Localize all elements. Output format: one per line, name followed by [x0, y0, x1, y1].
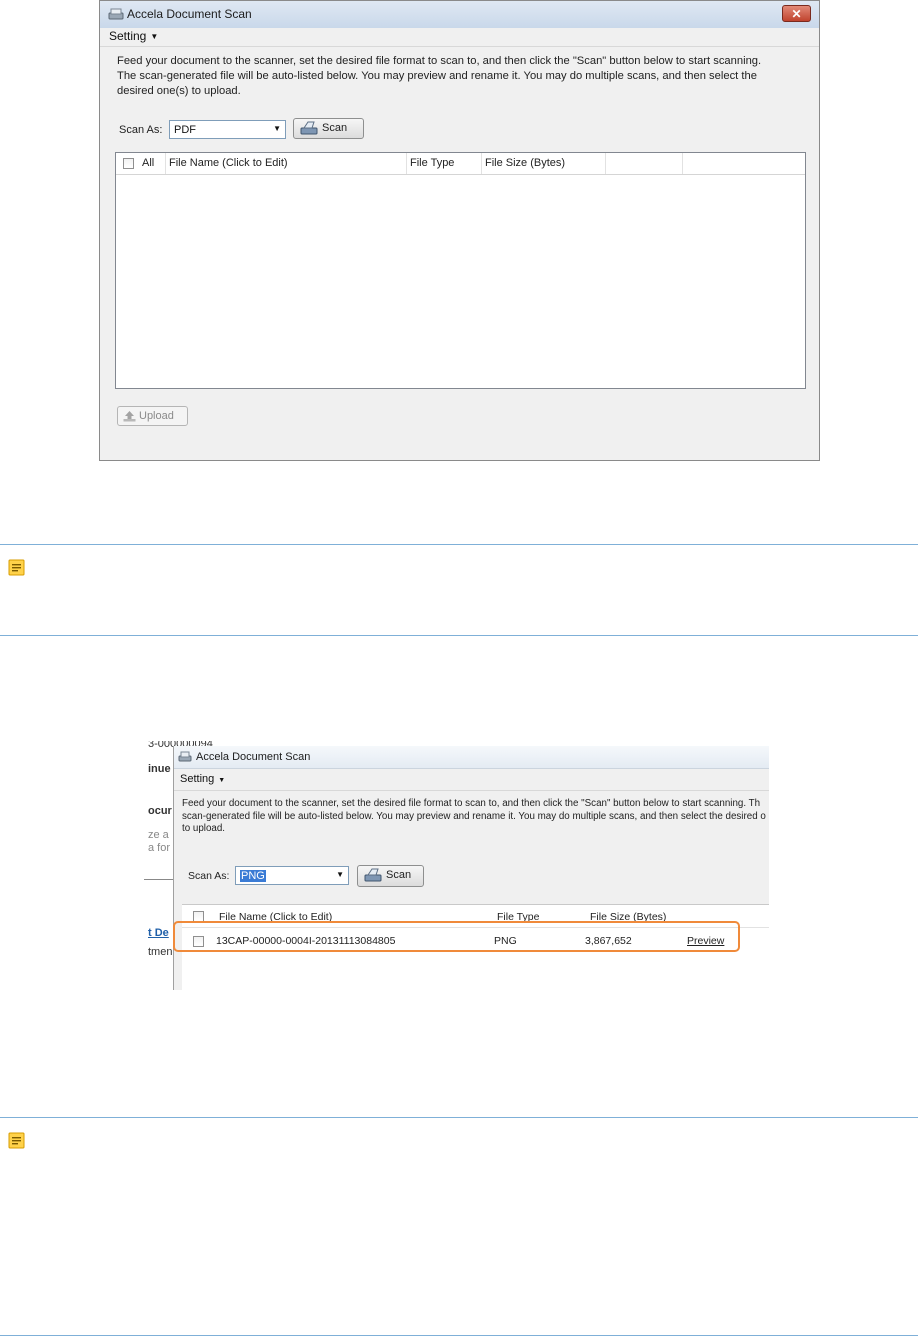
instruction-line: Feed your document to the scanner, set t…: [182, 798, 761, 809]
instructions: Feed your document to the scanner, set t…: [117, 54, 807, 98]
background-text: inue: [148, 763, 171, 775]
window-titlebar: Accela Document Scan ✕: [100, 1, 819, 29]
scan-button[interactable]: Scan: [357, 865, 424, 887]
select-all-checkbox[interactable]: [123, 158, 134, 169]
background-text: tmen: [148, 946, 173, 958]
scanned-files-table: All File Name (Click to Edit) File Type …: [115, 152, 806, 389]
background-text: ze a: [148, 829, 169, 841]
scan-result-screenshot: 3-000000094 inue ocur ze a a for t De tm…: [144, 741, 769, 990]
background-text: ocur: [148, 805, 172, 817]
table-header: All File Name (Click to Edit) File Type …: [116, 153, 805, 175]
scanner-icon: [178, 751, 192, 762]
upload-button-label: Upload: [139, 410, 174, 422]
column-header-file-name[interactable]: File Name (Click to Edit): [166, 153, 407, 174]
document-scan-window: Accela Document Scan ✕ Setting ▼ Feed you…: [99, 0, 820, 461]
close-button[interactable]: ✕: [782, 5, 811, 22]
document-scan-window: Accela Document Scan Setting ▼ Feed your …: [173, 746, 769, 990]
scan-button-label: Scan: [386, 869, 412, 881]
menu-bar: Setting ▼: [100, 28, 819, 47]
scanner-icon: [364, 868, 382, 882]
scan-as-label: Scan As:: [188, 870, 230, 882]
note-icon: [8, 559, 25, 576]
note-box: [0, 544, 918, 636]
scan-format-value: PDF: [174, 124, 196, 136]
instruction-line: The scan-generated file will be auto-lis…: [117, 69, 757, 82]
instruction-line: desired one(s) to upload.: [117, 84, 241, 97]
divider: [144, 879, 174, 880]
scan-format-select[interactable]: PDF ▼: [169, 120, 286, 139]
chevron-down-icon: ▼: [218, 777, 226, 784]
window-titlebar: Accela Document Scan: [174, 746, 769, 769]
chevron-down-icon: ▼: [273, 124, 281, 133]
scan-button-label: Scan: [322, 122, 348, 134]
chevron-down-icon: ▼: [150, 32, 159, 42]
instruction-line: Feed your document to the scanner, set t…: [117, 55, 762, 67]
upload-button[interactable]: Upload: [117, 406, 188, 426]
scan-format-select[interactable]: PNG ▼: [235, 866, 349, 885]
instruction-line: to upload.: [182, 823, 226, 835]
divider: [174, 790, 769, 791]
setting-menu[interactable]: Setting ▼: [109, 29, 158, 43]
instructions: Feed your document to the scanner, set t…: [182, 798, 769, 836]
setting-menu-label: Setting: [180, 773, 215, 785]
scanner-icon: [108, 8, 124, 20]
select-all-column: All: [116, 153, 166, 174]
highlight-box: [173, 921, 740, 952]
instruction-line: scan-generated file will be auto-listed …: [182, 810, 766, 822]
background-text: a for: [148, 842, 171, 854]
note-box: [0, 1117, 918, 1336]
scan-format-value: PNG: [240, 870, 266, 882]
setting-menu-label: Setting: [109, 29, 147, 43]
window-title: Accela Document Scan: [196, 751, 311, 763]
scanner-icon: [300, 121, 318, 135]
window-title: Accela Document Scan: [127, 7, 252, 21]
column-header-file-type[interactable]: File Type: [407, 153, 482, 174]
note-icon: [8, 1132, 25, 1149]
close-icon: ✕: [791, 7, 802, 21]
setting-menu[interactable]: Setting ▼: [180, 773, 225, 785]
chevron-down-icon: ▼: [336, 870, 344, 879]
scan-as-label: Scan As:: [119, 124, 163, 136]
select-all-label: All: [142, 157, 155, 169]
upload-icon: [123, 411, 136, 422]
scan-button[interactable]: Scan: [293, 118, 364, 139]
column-header-file-size[interactable]: File Size (Bytes): [482, 153, 606, 174]
column-header-blank: [606, 153, 683, 174]
background-link[interactable]: t De: [148, 927, 169, 939]
